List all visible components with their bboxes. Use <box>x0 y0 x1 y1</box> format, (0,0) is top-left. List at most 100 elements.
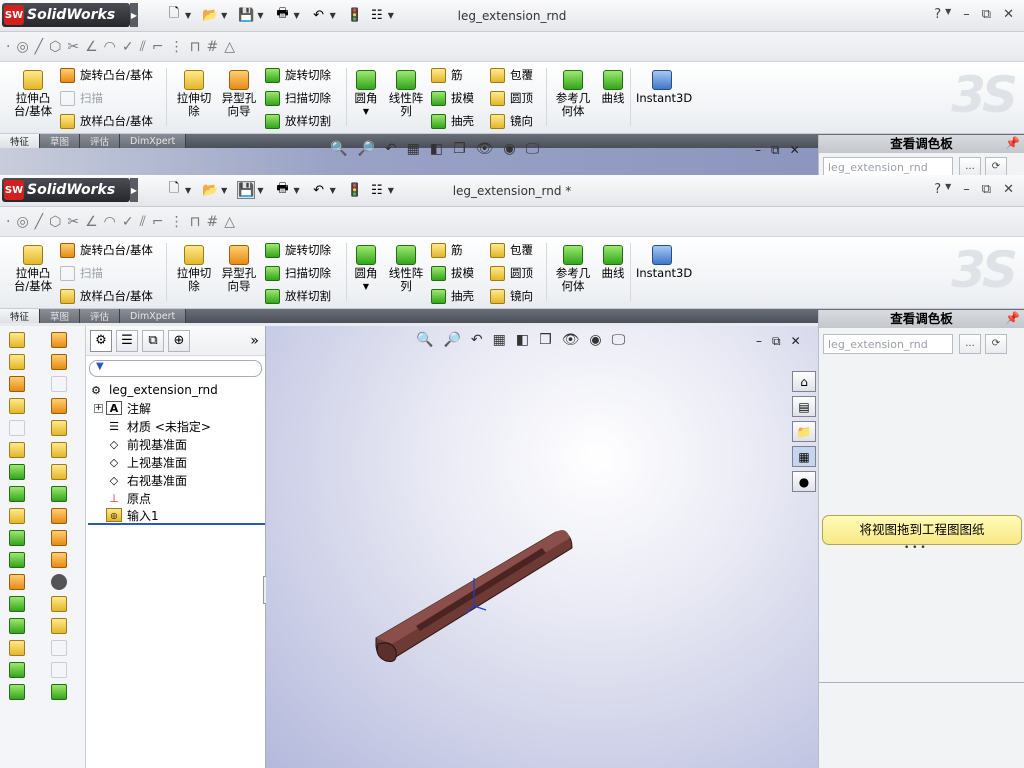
construction-line-icon[interactable]: ⫽ <box>140 214 146 230</box>
fillet-icon[interactable] <box>9 464 25 480</box>
reference-geometry-button[interactable]: 参考几 何体 <box>552 245 594 293</box>
wrap-button[interactable]: 包覆 <box>490 66 533 84</box>
tree-item-part[interactable]: ⚙ leg_extension_rnd <box>88 381 265 399</box>
draft-icon[interactable] <box>9 552 25 568</box>
radiate-surface-icon[interactable] <box>51 508 67 524</box>
rib-button[interactable]: 筋 <box>431 241 463 259</box>
doc-minimize-icon[interactable]: – <box>755 143 761 158</box>
tab-features[interactable]: 特征 <box>0 309 41 323</box>
document-combo[interactable]: leg_extension_rnd <box>823 334 953 354</box>
corner-icon[interactable]: ⌐ <box>152 214 164 230</box>
help-dropdown-icon[interactable]: ▼ <box>945 7 951 22</box>
revolve-cut-button[interactable]: 旋转切除 <box>265 66 331 84</box>
dimension-icon[interactable]: ⊓ <box>190 39 201 55</box>
knit-surface-icon[interactable] <box>51 596 67 612</box>
mirror-icon[interactable] <box>9 640 25 656</box>
appearances-icon[interactable]: ● <box>792 471 816 492</box>
browse-button[interactable]: ... <box>959 334 981 354</box>
mirror-button[interactable]: 镜向 <box>490 287 533 305</box>
doc-restore-icon[interactable]: ⧉ <box>771 143 780 158</box>
revolve-boss-button[interactable]: 旋转凸台/基体 <box>60 66 153 84</box>
help-dropdown-icon[interactable]: ▼ <box>945 182 951 197</box>
minimize-icon[interactable]: – <box>963 182 970 197</box>
line-icon[interactable]: ╱ <box>35 39 43 55</box>
tree-item-right-plane[interactable]: ◇ 右视基准面 <box>88 471 265 489</box>
hole-wizard-button[interactable]: 异型孔 向导 <box>218 245 260 293</box>
loft-boss-button[interactable]: 放样凸台/基体 <box>60 287 153 305</box>
dome-button[interactable]: 圆顶 <box>490 264 533 282</box>
restore-icon[interactable]: ⧉ <box>982 7 991 22</box>
hole-wizard-icon[interactable] <box>9 574 25 590</box>
configurationmanager-tab-icon[interactable]: ⧉ <box>142 329 164 352</box>
corner-icon[interactable]: ⌐ <box>152 39 164 55</box>
refresh-icon[interactable]: ⟳ <box>985 334 1007 354</box>
tree-item-imported[interactable]: ◎ 输入1 <box>88 507 265 525</box>
linear-pattern-button[interactable]: 线性阵 列 <box>384 245 428 293</box>
circular-pattern-icon[interactable] <box>9 618 25 634</box>
zoom-to-fit-icon[interactable]: 🔍 <box>330 141 347 157</box>
mirror-button[interactable]: 镜向 <box>490 112 533 130</box>
appearance-icon[interactable]: ◉ <box>503 141 515 157</box>
dimension-icon[interactable]: ⊓ <box>190 214 201 230</box>
tree-item-origin[interactable]: ⊥ 原点 <box>88 489 265 507</box>
arc-icon[interactable]: ◠ <box>104 214 116 230</box>
sweep-button[interactable]: 扫描 <box>60 89 103 107</box>
close-icon[interactable]: ✕ <box>1003 182 1014 197</box>
loft-boss-button[interactable]: 放样凸台/基体 <box>60 112 153 130</box>
document-combo[interactable]: leg_extension_rnd <box>823 157 953 175</box>
draft-button[interactable]: 拔模 <box>431 264 474 282</box>
dome-button[interactable]: 圆顶 <box>490 89 533 107</box>
minimize-icon[interactable]: – <box>963 7 970 22</box>
tree-item-front-plane[interactable]: ◇ 前视基准面 <box>88 435 265 453</box>
shell-icon[interactable] <box>9 530 25 546</box>
filled-surface-icon[interactable] <box>51 442 67 458</box>
trim-icon[interactable]: ✂ <box>67 214 79 230</box>
linear-pattern-icon[interactable] <box>9 596 25 612</box>
design-library-icon[interactable]: ▤ <box>792 396 816 417</box>
hide-show-icon[interactable]: 👁 <box>476 141 494 157</box>
previous-view-icon[interactable]: ↶ <box>385 141 397 157</box>
wrap-button[interactable]: 包覆 <box>490 241 533 259</box>
angle-icon[interactable]: ∠ <box>85 214 98 230</box>
doc-close-icon[interactable]: ✕ <box>790 143 800 158</box>
draft-button[interactable]: 拔模 <box>431 89 474 107</box>
close-icon[interactable]: ✕ <box>1003 7 1014 22</box>
untrim-surface-icon[interactable] <box>51 640 67 656</box>
zoom-area-icon[interactable]: 🔎 <box>357 141 374 157</box>
rib-button[interactable]: 筋 <box>431 66 463 84</box>
surface-sweep-icon[interactable] <box>51 376 67 392</box>
loft-cut-button[interactable]: 放样切割 <box>265 287 331 305</box>
delete-face-icon[interactable] <box>51 574 67 590</box>
angle-icon[interactable]: ∠ <box>85 39 98 55</box>
extrude-boss-icon[interactable] <box>9 332 25 348</box>
reference-geometry-button[interactable]: 参考几 何体 <box>552 70 594 118</box>
instant3d-button[interactable]: Instant3D <box>636 245 692 280</box>
grid-icon[interactable]: # <box>207 214 219 230</box>
expand-panel-icon[interactable]: » <box>250 333 259 349</box>
pin-icon[interactable]: 📌 <box>1005 136 1020 150</box>
refresh-icon[interactable]: ⟳ <box>985 157 1007 175</box>
view-palette-icon[interactable]: ▦ <box>792 446 816 467</box>
loft-cut-button[interactable]: 放样切割 <box>265 112 331 130</box>
trim-icon[interactable]: ✂ <box>67 39 79 55</box>
curves-icon[interactable] <box>9 684 25 700</box>
tab-sketch[interactable]: 草图 <box>40 134 81 148</box>
instant3d-button[interactable]: Instant3D <box>636 70 692 105</box>
tab-features[interactable]: 特征 <box>0 134 41 148</box>
propertymanager-tab-icon[interactable]: ☰ <box>116 329 138 352</box>
sweep-icon[interactable] <box>9 420 25 436</box>
pin-icon[interactable]: 📌 <box>1005 311 1020 325</box>
tree-filter-input[interactable]: ▼ <box>89 360 262 377</box>
tree-item-annotations[interactable]: + A 注解 <box>88 399 265 417</box>
arc-icon[interactable]: ◠ <box>104 39 116 55</box>
linear-pattern-button[interactable]: 线性阵 列 <box>384 70 428 118</box>
tab-evaluate[interactable]: 评估 <box>80 309 121 323</box>
curves-button[interactable]: 曲线 <box>598 245 628 280</box>
offset-icon[interactable]: ⋮ <box>170 39 184 55</box>
section-view-icon[interactable]: ▦ <box>407 141 420 157</box>
tree-item-material[interactable]: ☰ 材质 <未指定> <box>88 417 265 435</box>
expand-plus-icon[interactable]: + <box>94 403 103 413</box>
offset-icon[interactable]: ⋮ <box>170 214 184 230</box>
surface-revolve-icon[interactable] <box>51 354 67 370</box>
point-icon[interactable]: · <box>6 214 10 230</box>
